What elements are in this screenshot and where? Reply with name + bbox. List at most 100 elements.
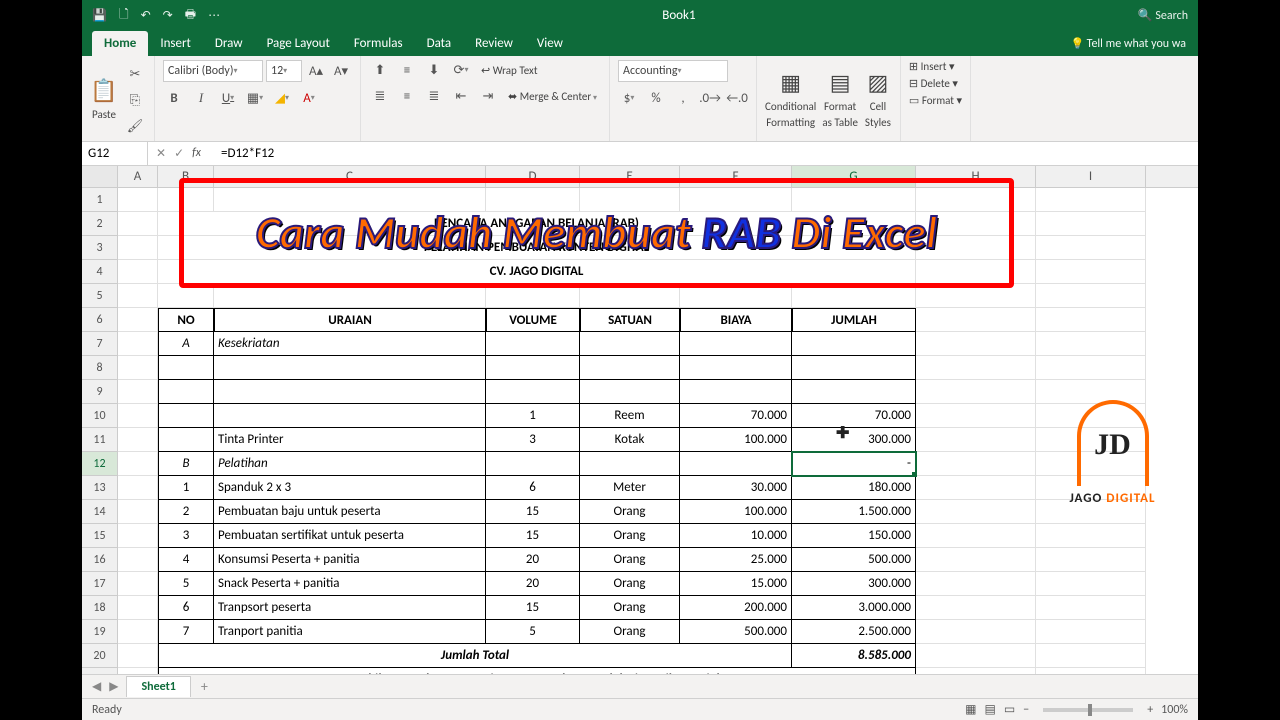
cell[interactable] — [1036, 644, 1146, 668]
cell[interactable] — [486, 452, 580, 476]
tell-me[interactable]: Tell me what you wa — [1058, 32, 1198, 56]
cell[interactable]: 15 — [486, 524, 580, 548]
cell[interactable]: SATUAN — [580, 308, 680, 332]
cell[interactable] — [158, 404, 214, 428]
cell[interactable] — [118, 572, 158, 596]
cell[interactable] — [680, 356, 792, 380]
cell[interactable]: 20 — [486, 548, 580, 572]
cell[interactable]: Spanduk 2 x 3 — [214, 476, 486, 500]
italic-button[interactable]: I — [190, 88, 212, 108]
increase-indent-icon[interactable]: ⇥ — [477, 86, 499, 106]
cell[interactable] — [118, 644, 158, 668]
cell[interactable] — [118, 284, 158, 308]
cell[interactable] — [1036, 668, 1146, 674]
row-3[interactable]: 3 — [82, 236, 118, 260]
cell[interactable] — [916, 524, 1036, 548]
cell[interactable]: 200.000 — [680, 596, 792, 620]
cell[interactable]: VOLUME — [486, 308, 580, 332]
row-12[interactable]: 12 — [82, 452, 118, 476]
paste-icon[interactable]: 📋 — [90, 77, 118, 105]
cell[interactable]: Orang — [580, 524, 680, 548]
row-19[interactable]: 19 — [82, 620, 118, 644]
cell[interactable]: 300.000 — [792, 572, 916, 596]
sheet-tab-1[interactable]: Sheet1 — [126, 676, 190, 697]
cell[interactable] — [118, 236, 158, 260]
cell[interactable] — [580, 332, 680, 356]
cell[interactable] — [1036, 356, 1146, 380]
zoom-in-icon[interactable]: + — [1147, 703, 1153, 717]
cell-G12[interactable]: - — [792, 452, 916, 476]
cell[interactable] — [680, 380, 792, 404]
cell[interactable]: 25.000 — [680, 548, 792, 572]
cell[interactable]: 15.000 — [680, 572, 792, 596]
cell[interactable] — [118, 620, 158, 644]
number-format-selector[interactable]: Accounting — [618, 60, 728, 82]
align-left-icon[interactable]: ≣ — [369, 86, 391, 106]
enter-formula-icon[interactable]: ✓ — [174, 146, 184, 161]
cell[interactable] — [916, 668, 1036, 674]
cell[interactable] — [580, 452, 680, 476]
select-all-corner[interactable] — [82, 166, 118, 187]
cell[interactable] — [680, 452, 792, 476]
align-bottom-icon[interactable]: ⬇ — [423, 60, 445, 80]
cell[interactable] — [1036, 596, 1146, 620]
cell[interactable]: 8.585.000 — [792, 644, 916, 668]
cell[interactable]: 2.500.000 — [792, 620, 916, 644]
cell[interactable] — [1036, 572, 1146, 596]
tab-page-layout[interactable]: Page Layout — [255, 31, 342, 56]
row-6[interactable]: 6 — [82, 308, 118, 332]
row-14[interactable]: 14 — [82, 500, 118, 524]
cell[interactable]: 180.000 — [792, 476, 916, 500]
row-10[interactable]: 10 — [82, 404, 118, 428]
cell[interactable] — [158, 428, 214, 452]
cell[interactable] — [916, 332, 1036, 356]
decrease-font-icon[interactable]: A▾ — [330, 61, 352, 81]
terbilang[interactable]: Terbilang : Delapan Juta Lima Ratus Dela… — [158, 668, 916, 674]
tab-data[interactable]: Data — [415, 31, 464, 56]
tab-review[interactable]: Review — [463, 31, 525, 56]
cell[interactable] — [1036, 332, 1146, 356]
cell[interactable] — [916, 572, 1036, 596]
orientation-icon[interactable]: ⟳ — [450, 60, 472, 80]
cell[interactable]: 500.000 — [792, 548, 916, 572]
cell[interactable]: URAIAN — [214, 308, 486, 332]
fx-icon[interactable]: fx — [192, 146, 207, 161]
cell[interactable]: 100.000 — [680, 428, 792, 452]
add-sheet-button[interactable]: + — [191, 678, 218, 695]
row-15[interactable]: 15 — [82, 524, 118, 548]
cell[interactable]: 3.000.000 — [792, 596, 916, 620]
row-9[interactable]: 9 — [82, 380, 118, 404]
cell[interactable] — [916, 500, 1036, 524]
row-7[interactable]: 7 — [82, 332, 118, 356]
cell[interactable] — [916, 644, 1036, 668]
cell[interactable]: 5 — [158, 572, 214, 596]
cell[interactable] — [214, 380, 486, 404]
cell[interactable] — [916, 596, 1036, 620]
cell[interactable] — [680, 332, 792, 356]
cell[interactable]: NO — [158, 308, 214, 332]
cell[interactable]: 15 — [486, 500, 580, 524]
cell[interactable] — [118, 332, 158, 356]
cell[interactable]: 70.000 — [680, 404, 792, 428]
tab-draw[interactable]: Draw — [203, 31, 255, 56]
cell[interactable] — [916, 356, 1036, 380]
align-right-icon[interactable]: ≣ — [423, 86, 445, 106]
cell[interactable]: Orang — [580, 596, 680, 620]
normal-view-icon[interactable]: ▦ — [965, 702, 976, 717]
cell[interactable] — [792, 380, 916, 404]
search-box[interactable]: 🔍 Search — [1138, 8, 1188, 23]
underline-button[interactable]: U — [217, 88, 239, 108]
percent-icon[interactable]: % — [645, 88, 667, 108]
cell[interactable] — [118, 476, 158, 500]
increase-font-icon[interactable]: A▴ — [305, 61, 327, 81]
col-A[interactable]: A — [118, 166, 158, 187]
cell[interactable] — [1036, 188, 1146, 212]
sheet-nav-prev-icon[interactable]: ◀ — [88, 679, 105, 694]
row-11[interactable]: 11 — [82, 428, 118, 452]
decrease-indent-icon[interactable]: ⇤ — [450, 86, 472, 106]
cell[interactable] — [916, 476, 1036, 500]
cell[interactable] — [214, 404, 486, 428]
align-top-icon[interactable]: ⬆ — [369, 60, 391, 80]
cell[interactable]: 3 — [486, 428, 580, 452]
row-18[interactable]: 18 — [82, 596, 118, 620]
